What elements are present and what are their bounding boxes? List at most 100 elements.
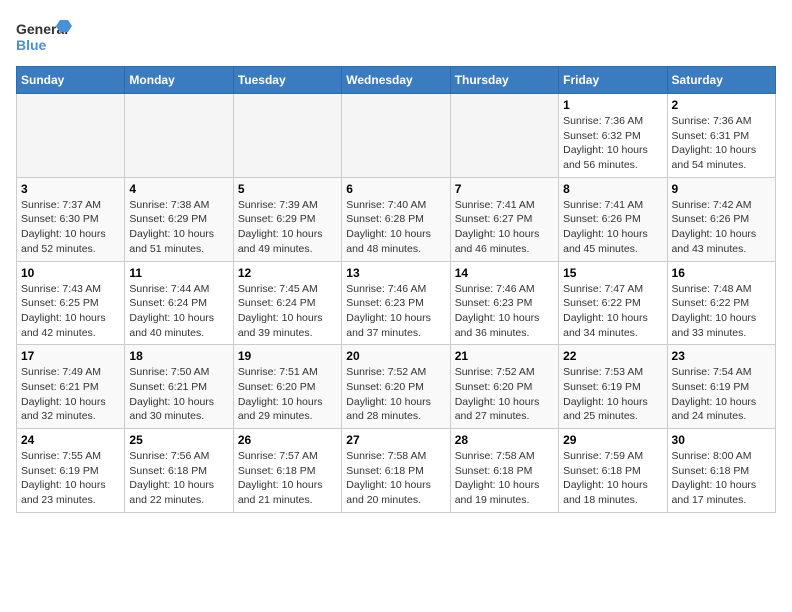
calendar-header-row: SundayMondayTuesdayWednesdayThursdayFrid… <box>17 67 776 94</box>
calendar-table: SundayMondayTuesdayWednesdayThursdayFrid… <box>16 66 776 513</box>
day-header-wednesday: Wednesday <box>342 67 450 94</box>
day-number: 8 <box>563 182 662 196</box>
day-number: 1 <box>563 98 662 112</box>
day-info: Sunrise: 7:54 AMSunset: 6:19 PMDaylight:… <box>672 365 771 424</box>
calendar-cell: 10Sunrise: 7:43 AMSunset: 6:25 PMDayligh… <box>17 261 125 345</box>
day-info: Sunrise: 7:49 AMSunset: 6:21 PMDaylight:… <box>21 365 120 424</box>
calendar-cell: 25 Sunrise: 7:56 AMSunset: 6:18 PMDayligh… <box>125 429 233 513</box>
day-info: Sunrise: 7:46 AMSunset: 6:23 PMDaylight:… <box>455 282 554 341</box>
calendar-cell: 6Sunrise: 7:40 AMSunset: 6:28 PMDaylight… <box>342 177 450 261</box>
calendar-cell: 19 Sunrise: 7:51 AMSunset: 6:20 PMDayligh… <box>233 345 341 429</box>
day-info: Sunrise: 7:48 AMSunset: 6:22 PMDaylight:… <box>672 282 771 341</box>
calendar-cell: 5 Sunrise: 7:39 AMSunset: 6:29 PMDaylight… <box>233 177 341 261</box>
calendar-cell: 24Sunrise: 7:55 AMSunset: 6:19 PMDayligh… <box>17 429 125 513</box>
day-header-sunday: Sunday <box>17 67 125 94</box>
calendar-week-2: 3 Sunrise: 7:37 AMSunset: 6:30 PMDaylight… <box>17 177 776 261</box>
calendar-cell <box>17 94 125 178</box>
day-number: 6 <box>346 182 445 196</box>
day-info: Sunrise: 7:39 AMSunset: 6:29 PMDaylight:… <box>238 198 337 257</box>
day-header-monday: Monday <box>125 67 233 94</box>
day-number: 27 <box>346 433 445 447</box>
day-info: Sunrise: 7:41 AMSunset: 6:27 PMDaylight:… <box>455 198 554 257</box>
day-info: Sunrise: 7:44 AMSunset: 6:24 PMDaylight:… <box>129 282 228 341</box>
calendar-cell <box>233 94 341 178</box>
day-number: 25 <box>129 433 228 447</box>
day-number: 19 <box>238 349 337 363</box>
calendar-cell: 23 Sunrise: 7:54 AMSunset: 6:19 PMDayligh… <box>667 345 775 429</box>
day-number: 17 <box>21 349 120 363</box>
day-info: Sunrise: 7:53 AMSunset: 6:19 PMDaylight:… <box>563 365 662 424</box>
calendar-cell: 21 Sunrise: 7:52 AMSunset: 6:20 PMDayligh… <box>450 345 558 429</box>
calendar-cell: 16 Sunrise: 7:48 AMSunset: 6:22 PMDayligh… <box>667 261 775 345</box>
day-number: 7 <box>455 182 554 196</box>
day-number: 2 <box>672 98 771 112</box>
day-info: Sunrise: 7:59 AMSunset: 6:18 PMDaylight:… <box>563 449 662 508</box>
day-info: Sunrise: 8:00 AMSunset: 6:18 PMDaylight:… <box>672 449 771 508</box>
calendar-cell: 14 Sunrise: 7:46 AMSunset: 6:23 PMDayligh… <box>450 261 558 345</box>
calendar-week-3: 10Sunrise: 7:43 AMSunset: 6:25 PMDayligh… <box>17 261 776 345</box>
calendar-cell: 7 Sunrise: 7:41 AMSunset: 6:27 PMDaylight… <box>450 177 558 261</box>
calendar-cell: 9 Sunrise: 7:42 AMSunset: 6:26 PMDaylight… <box>667 177 775 261</box>
logo-icon: GeneralBlue <box>16 16 76 58</box>
day-info: Sunrise: 7:57 AMSunset: 6:18 PMDaylight:… <box>238 449 337 508</box>
day-info: Sunrise: 7:47 AMSunset: 6:22 PMDaylight:… <box>563 282 662 341</box>
day-number: 16 <box>672 266 771 280</box>
day-number: 3 <box>21 182 120 196</box>
day-info: Sunrise: 7:51 AMSunset: 6:20 PMDaylight:… <box>238 365 337 424</box>
logo: GeneralBlue <box>16 16 76 58</box>
day-number: 15 <box>563 266 662 280</box>
day-info: Sunrise: 7:56 AMSunset: 6:18 PMDaylight:… <box>129 449 228 508</box>
calendar-cell: 17 Sunrise: 7:49 AMSunset: 6:21 PMDayligh… <box>17 345 125 429</box>
day-number: 23 <box>672 349 771 363</box>
day-info: Sunrise: 7:55 AMSunset: 6:19 PMDaylight:… <box>21 449 120 508</box>
day-info: Sunrise: 7:52 AMSunset: 6:20 PMDaylight:… <box>346 365 445 424</box>
day-info: Sunrise: 7:42 AMSunset: 6:26 PMDaylight:… <box>672 198 771 257</box>
calendar-cell: 4 Sunrise: 7:38 AMSunset: 6:29 PMDaylight… <box>125 177 233 261</box>
calendar-cell: 15 Sunrise: 7:47 AMSunset: 6:22 PMDayligh… <box>559 261 667 345</box>
day-number: 21 <box>455 349 554 363</box>
calendar-cell: 20 Sunrise: 7:52 AMSunset: 6:20 PMDayligh… <box>342 345 450 429</box>
calendar-cell: 18Sunrise: 7:50 AMSunset: 6:21 PMDayligh… <box>125 345 233 429</box>
calendar-cell: 2 Sunrise: 7:36 AMSunset: 6:31 PMDaylight… <box>667 94 775 178</box>
day-info: Sunrise: 7:36 AMSunset: 6:32 PMDaylight:… <box>563 114 662 173</box>
day-number: 14 <box>455 266 554 280</box>
calendar-cell: 1 Sunrise: 7:36 AMSunset: 6:32 PMDaylight… <box>559 94 667 178</box>
calendar-cell: 8 Sunrise: 7:41 AMSunset: 6:26 PMDaylight… <box>559 177 667 261</box>
day-info: Sunrise: 7:36 AMSunset: 6:31 PMDaylight:… <box>672 114 771 173</box>
calendar-cell: 26 Sunrise: 7:57 AMSunset: 6:18 PMDayligh… <box>233 429 341 513</box>
day-number: 12 <box>238 266 337 280</box>
day-info: Sunrise: 7:52 AMSunset: 6:20 PMDaylight:… <box>455 365 554 424</box>
day-info: Sunrise: 7:37 AMSunset: 6:30 PMDaylight:… <box>21 198 120 257</box>
day-number: 26 <box>238 433 337 447</box>
day-info: Sunrise: 7:46 AMSunset: 6:23 PMDaylight:… <box>346 282 445 341</box>
day-header-saturday: Saturday <box>667 67 775 94</box>
day-number: 22 <box>563 349 662 363</box>
day-info: Sunrise: 7:50 AMSunset: 6:21 PMDaylight:… <box>129 365 228 424</box>
day-number: 9 <box>672 182 771 196</box>
calendar-cell: 29Sunrise: 7:59 AMSunset: 6:18 PMDayligh… <box>559 429 667 513</box>
day-info: Sunrise: 7:58 AMSunset: 6:18 PMDaylight:… <box>346 449 445 508</box>
day-header-thursday: Thursday <box>450 67 558 94</box>
calendar-cell: 12 Sunrise: 7:45 AMSunset: 6:24 PMDayligh… <box>233 261 341 345</box>
day-number: 13 <box>346 266 445 280</box>
day-number: 4 <box>129 182 228 196</box>
calendar-cell: 30Sunrise: 8:00 AMSunset: 6:18 PMDayligh… <box>667 429 775 513</box>
day-info: Sunrise: 7:38 AMSunset: 6:29 PMDaylight:… <box>129 198 228 257</box>
day-header-friday: Friday <box>559 67 667 94</box>
calendar-week-5: 24Sunrise: 7:55 AMSunset: 6:19 PMDayligh… <box>17 429 776 513</box>
day-info: Sunrise: 7:45 AMSunset: 6:24 PMDaylight:… <box>238 282 337 341</box>
day-info: Sunrise: 7:58 AMSunset: 6:18 PMDaylight:… <box>455 449 554 508</box>
svg-text:Blue: Blue <box>16 37 47 53</box>
calendar-cell: 11 Sunrise: 7:44 AMSunset: 6:24 PMDayligh… <box>125 261 233 345</box>
calendar-week-4: 17 Sunrise: 7:49 AMSunset: 6:21 PMDayligh… <box>17 345 776 429</box>
calendar-cell <box>450 94 558 178</box>
day-number: 5 <box>238 182 337 196</box>
day-number: 11 <box>129 266 228 280</box>
calendar-cell: 28Sunrise: 7:58 AMSunset: 6:18 PMDayligh… <box>450 429 558 513</box>
calendar-cell: 3 Sunrise: 7:37 AMSunset: 6:30 PMDaylight… <box>17 177 125 261</box>
calendar-cell <box>125 94 233 178</box>
day-number: 20 <box>346 349 445 363</box>
day-info: Sunrise: 7:43 AMSunset: 6:25 PMDaylight:… <box>21 282 120 341</box>
day-header-tuesday: Tuesday <box>233 67 341 94</box>
day-info: Sunrise: 7:41 AMSunset: 6:26 PMDaylight:… <box>563 198 662 257</box>
